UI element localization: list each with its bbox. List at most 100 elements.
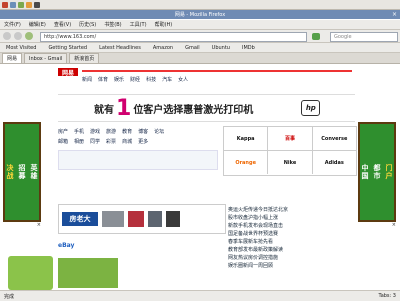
menu-help[interactable]: 帮助(H)	[155, 21, 173, 28]
nav-link[interactable]: 更多	[138, 138, 148, 145]
nav-link[interactable]: 女人	[178, 76, 188, 83]
left-ad-close-icon[interactable]: ×	[3, 222, 41, 228]
news-link[interactable]: 春季车展新车抢先看	[228, 238, 355, 246]
news-link[interactable]: 娱乐圈新闻一周回顾	[228, 262, 355, 270]
left-side-ad[interactable]: 决战 招募 英雄 ×	[3, 122, 41, 228]
left-ad-text: 英雄	[30, 164, 38, 180]
nav-link[interactable]: 汽车	[162, 76, 172, 83]
promo-image[interactable]	[58, 258, 118, 288]
nav-link[interactable]: 新闻	[82, 76, 92, 83]
news-link[interactable]: 新款手机发布会现场直击	[228, 222, 355, 230]
news-link[interactable]: 国足备战世界杯预选赛	[228, 230, 355, 238]
menu-edit[interactable]: 编辑(E)	[29, 21, 46, 28]
news-link[interactable]: 股市收盘沪指小幅上涨	[228, 214, 355, 222]
header-rule	[82, 70, 352, 72]
page-content: 决战 招募 英雄 × 中国 都市 门户 × 网易 新闻 体育 娱乐 财经 科技 …	[0, 64, 400, 290]
nav-link[interactable]: 科技	[146, 76, 156, 83]
brand-tile[interactable]: Nike	[268, 151, 313, 174]
reload-icon[interactable]	[25, 32, 33, 40]
right-side-ad[interactable]: 中国 都市 门户 ×	[358, 122, 396, 228]
search-placeholder: Google	[334, 34, 352, 40]
tab[interactable]: 新浪首页	[69, 53, 100, 63]
menu-view[interactable]: 查看(V)	[54, 21, 71, 28]
phone-image[interactable]	[166, 211, 180, 227]
news-link[interactable]: 奥运火炬传递今日抵达北京	[228, 206, 355, 214]
left-ad-text: 招募	[18, 164, 26, 180]
menu-bar: 文件(F) 编辑(E) 查看(V) 历史(S) 书签(B) 工具(T) 帮助(H…	[0, 20, 400, 30]
nav-link[interactable]: 邮箱	[58, 138, 68, 145]
app-menu-icon[interactable]	[2, 1, 8, 8]
ebay-row: eBay	[58, 240, 223, 250]
right-ad-close-icon[interactable]: ×	[358, 222, 396, 228]
right-ad-text: 都市	[373, 164, 381, 180]
nav-link[interactable]: 相册	[74, 138, 84, 145]
left-ad-text: 决战	[6, 164, 14, 180]
window-title: 网易 - Mozilla Firefox	[174, 12, 226, 18]
bookmark-item[interactable]: IMDb	[242, 45, 255, 51]
status-text: 完成	[4, 293, 15, 300]
nav-link[interactable]: 博客	[138, 128, 148, 135]
search-strip[interactable]	[58, 150, 218, 170]
nav-link[interactable]: 商城	[122, 138, 132, 145]
system-panel	[0, 0, 400, 10]
back-icon[interactable]	[3, 32, 11, 40]
bookmarks-toolbar: Most Visited Getting Started Latest Head…	[0, 43, 400, 53]
url-text: http://www.163.com/	[44, 34, 97, 40]
go-button[interactable]	[312, 33, 320, 40]
nav-link[interactable]: 财经	[130, 76, 140, 83]
menu-bookmarks[interactable]: 书签(B)	[104, 21, 121, 28]
phone-image[interactable]	[148, 211, 162, 227]
bookmark-item[interactable]: Latest Headlines	[99, 45, 141, 51]
hp-banner-ad[interactable]: 就有 1 位客户选择惠普激光打印机 hp	[58, 94, 355, 122]
tab-active[interactable]: 网易	[2, 53, 23, 63]
bookmark-item[interactable]: Most Visited	[6, 45, 36, 51]
nav-link[interactable]: 旅游	[106, 128, 116, 135]
system-icon[interactable]	[18, 1, 24, 8]
nav-link[interactable]: 同学	[90, 138, 100, 145]
window-close-icon[interactable]: ×	[392, 11, 397, 18]
channel-nav: 房产 手机 游戏 旅游 教育 博客 论坛 邮箱 相册 同学 彩票 商城 更多	[58, 126, 218, 170]
nav-link[interactable]: 游戏	[90, 128, 100, 135]
tab-label: 网易	[7, 56, 18, 62]
feature-box: 房老大	[58, 204, 226, 234]
portal-page: 网易 新闻 体育 娱乐 财经 科技 汽车 女人 就有 1 位客户选择惠普激光打印…	[8, 68, 357, 290]
news-link[interactable]: 教育部发布最新政策解读	[228, 246, 355, 254]
status-right: Tabs: 3	[378, 293, 396, 299]
tab-label: Inbox - Gmail	[29, 55, 63, 62]
brand-tile[interactable]: 百事	[268, 127, 313, 151]
navigation-toolbar: http://www.163.com/ Google	[0, 30, 400, 43]
places-icon[interactable]	[10, 1, 16, 8]
bookmark-item[interactable]: Gmail	[185, 45, 200, 51]
menu-tools[interactable]: 工具(T)	[130, 21, 147, 28]
thumb-image[interactable]	[128, 211, 144, 227]
nav-link[interactable]: 论坛	[154, 128, 164, 135]
nav-link[interactable]: 娱乐	[114, 76, 124, 83]
brand-tile[interactable]: Adidas	[313, 151, 356, 174]
brand-tile[interactable]: Orange	[224, 151, 269, 174]
tab[interactable]: Inbox - Gmail	[24, 53, 68, 63]
bookmark-item[interactable]: Getting Started	[48, 45, 87, 51]
url-bar[interactable]: http://www.163.com/	[40, 32, 307, 42]
bookmark-item[interactable]: Amazon	[153, 45, 173, 51]
menu-history[interactable]: 历史(S)	[79, 21, 96, 28]
car-image[interactable]	[102, 211, 124, 227]
nav-link[interactable]: 彩票	[106, 138, 116, 145]
nav-link[interactable]: 房产	[58, 128, 68, 135]
news-link[interactable]: 网友热议房价调控措施	[228, 254, 355, 262]
nav-link[interactable]: 教育	[122, 128, 132, 135]
ebay-logo[interactable]: eBay	[58, 242, 74, 249]
bookmark-item[interactable]: Ubuntu	[212, 45, 230, 51]
forward-icon[interactable]	[14, 32, 22, 40]
search-input[interactable]: Google	[330, 32, 398, 42]
site-logo[interactable]: 网易	[58, 68, 78, 77]
brand-tile[interactable]: Kappa	[224, 127, 269, 151]
status-bar: 完成 Tabs: 3	[0, 290, 400, 301]
menu-file[interactable]: 文件(F)	[4, 21, 21, 28]
nav-link[interactable]: 手机	[74, 128, 84, 135]
terminal-launcher-icon[interactable]	[34, 1, 40, 8]
brand-tile[interactable]: Converse	[312, 127, 356, 151]
nav-link[interactable]: 体育	[98, 76, 108, 83]
firefox-launcher-icon[interactable]	[26, 1, 32, 8]
fanglao-ad[interactable]: 房老大	[62, 212, 98, 226]
bottom-left-ad[interactable]	[8, 256, 53, 290]
